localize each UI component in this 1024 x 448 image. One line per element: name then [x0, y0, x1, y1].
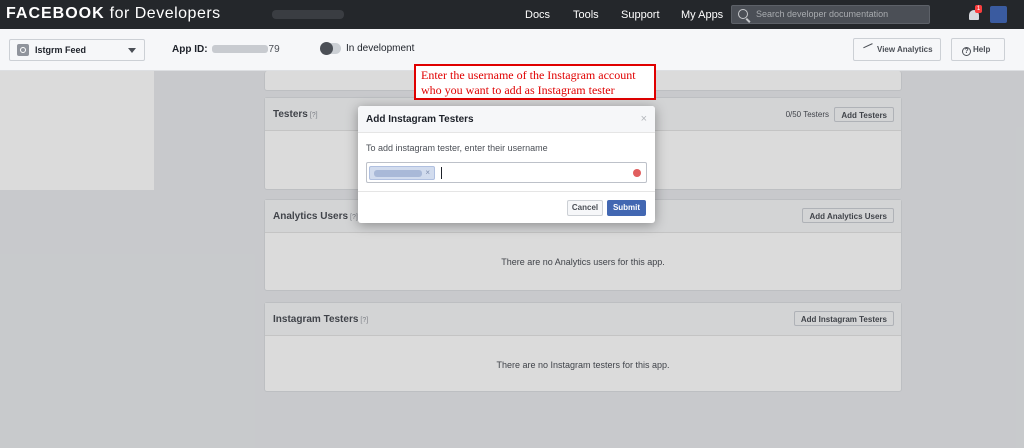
- brand-light-text: for Developers: [104, 5, 221, 22]
- app-id-suffix: 79: [268, 44, 280, 55]
- trend-icon: [863, 43, 875, 53]
- submit-button[interactable]: Submit: [607, 200, 646, 216]
- search-placeholder: Search developer documentation: [756, 9, 889, 19]
- close-icon[interactable]: ×: [641, 113, 647, 125]
- search-input[interactable]: Search developer documentation: [731, 5, 930, 24]
- nav-my-apps-link[interactable]: My Apps: [681, 9, 723, 21]
- redacted-username: [374, 170, 422, 177]
- search-icon: [738, 9, 748, 19]
- app-id: App ID: 79: [172, 44, 280, 55]
- view-analytics-button[interactable]: View Analytics: [853, 38, 941, 61]
- question-icon: ?: [962, 47, 971, 56]
- brand-bold-text: FACEBOOK: [6, 5, 105, 22]
- help-button[interactable]: ? Help: [951, 38, 1005, 61]
- facebook-for-developers-logo[interactable]: FACEBOOK for Developers: [6, 5, 221, 23]
- app-name: Istgrm Feed: [35, 45, 87, 55]
- username-token-input[interactable]: ×: [366, 162, 647, 183]
- view-analytics-label: View Analytics: [877, 45, 933, 54]
- redacted-app-id: [211, 45, 268, 53]
- dialog-title: Add Instagram Testers: [366, 114, 474, 125]
- development-mode-toggle[interactable]: [320, 42, 341, 55]
- dialog-footer: Cancel Submit: [358, 191, 655, 223]
- annotation-line-1: Enter the username of the Instagram acco…: [421, 68, 636, 82]
- annotation-line-2: who you want to add as Instagram tester: [421, 83, 615, 97]
- annotation-callout: Enter the username of the Instagram acco…: [414, 64, 656, 100]
- redacted-text: [272, 10, 344, 19]
- top-navigation-bar: FACEBOOK for Developers Docs Tools Suppo…: [0, 0, 1024, 29]
- dialog-header: Add Instagram Testers ×: [358, 106, 655, 133]
- app-icon: [17, 44, 29, 56]
- nav-tools-link[interactable]: Tools: [573, 9, 599, 21]
- help-label: Help: [973, 45, 991, 54]
- development-status-label: In development: [346, 43, 415, 54]
- app-selector-dropdown[interactable]: Istgrm Feed: [9, 39, 145, 61]
- username-token: ×: [369, 166, 435, 180]
- add-instagram-testers-dialog: Add Instagram Testers × To add instagram…: [358, 106, 655, 223]
- remove-token-icon[interactable]: ×: [425, 168, 430, 177]
- chevron-down-icon: [128, 48, 136, 53]
- text-cursor: [441, 167, 442, 179]
- app-id-label: App ID:: [172, 44, 208, 55]
- error-indicator-icon: [633, 169, 641, 177]
- nav-docs-link[interactable]: Docs: [525, 9, 550, 21]
- nav-support-link[interactable]: Support: [621, 9, 660, 21]
- notification-badge: 1: [975, 5, 982, 13]
- dialog-instructions: To add instagram tester, enter their use…: [366, 143, 548, 153]
- cancel-button[interactable]: Cancel: [567, 200, 603, 216]
- user-avatar[interactable]: [990, 6, 1007, 23]
